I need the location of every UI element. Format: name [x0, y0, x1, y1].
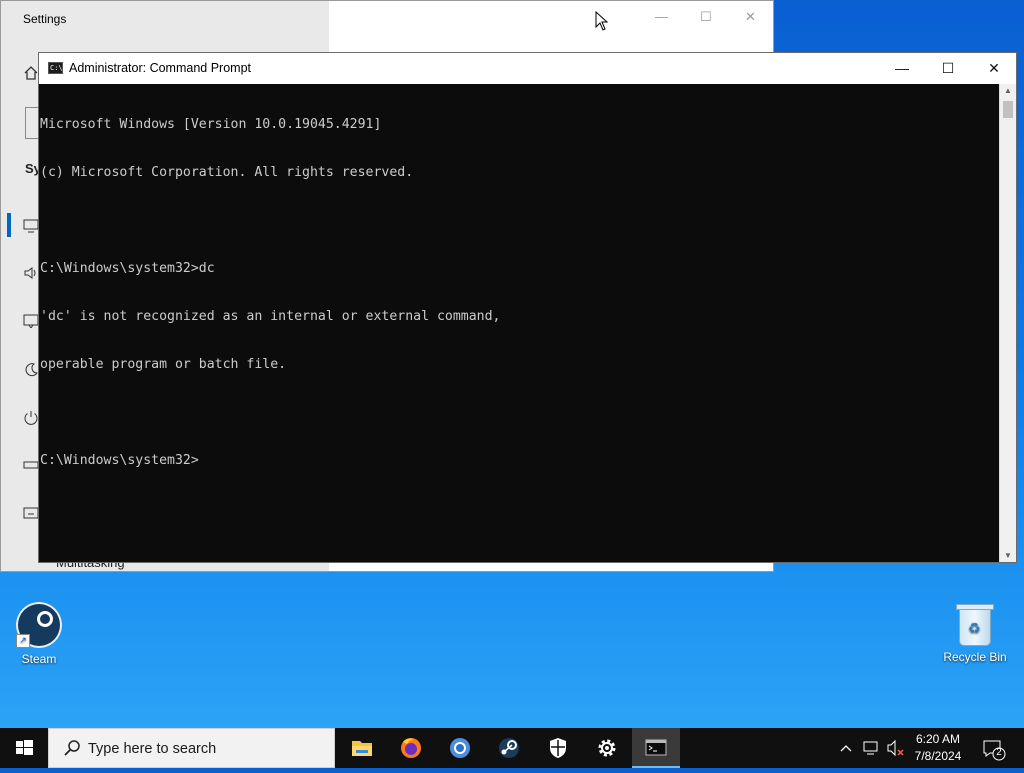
desktop-icon-label: Steam [21, 652, 57, 666]
display-icon[interactable] [23, 219, 39, 233]
taskbar: Type here to search 6:20 AM 7/8/2024 2 [0, 728, 1024, 768]
scroll-down-arrow-icon[interactable]: ▼ [1000, 551, 1016, 560]
steam-icon: ↗ [16, 602, 62, 648]
file-explorer-icon [352, 741, 372, 756]
settings-title: Settings [23, 12, 67, 26]
sound-icon[interactable] [23, 266, 39, 280]
search-icon [64, 740, 80, 756]
command-prompt-icon: C:\ [48, 62, 63, 74]
taskbar-app-windows-security[interactable] [534, 728, 582, 768]
scrollbar-thumb[interactable] [1003, 101, 1013, 118]
notification-count-badge: 2 [996, 747, 1002, 758]
taskbar-app-firefox[interactable] [387, 728, 435, 768]
settings-maximize-button[interactable]: ☐ [700, 9, 712, 25]
settings-minimize-button[interactable]: — [655, 9, 668, 24]
security-icon [550, 738, 566, 758]
battery-icon[interactable] [23, 460, 39, 470]
cmd-titlebar[interactable]: C:\ Administrator: Command Prompt — ☐ ✕ [39, 53, 1016, 84]
firefox-icon [401, 738, 421, 758]
power-icon[interactable] [23, 410, 39, 426]
clock-date: 7/8/2024 [914, 749, 962, 763]
desktop-icon-steam[interactable]: ↗ Steam [1, 602, 77, 666]
clock-time: 6:20 AM [915, 732, 961, 746]
mouse-cursor-icon [595, 11, 609, 31]
chrome-icon [450, 738, 470, 758]
action-center-button[interactable]: 2 [980, 728, 1010, 768]
settings-icon [598, 739, 616, 757]
taskbar-search-box[interactable]: Type here to search [48, 728, 335, 768]
console-line: Microsoft Windows [Version 10.0.19045.42… [40, 117, 382, 132]
storage-icon[interactable] [23, 506, 39, 522]
scroll-up-arrow-icon[interactable]: ▲ [1000, 86, 1016, 95]
taskbar-app-chrome[interactable] [436, 728, 484, 768]
taskbar-app-file-explorer[interactable] [338, 728, 386, 768]
desktop-icon-label: Recycle Bin [943, 650, 1007, 664]
console-scrollbar[interactable]: ▲ ▼ [999, 84, 1016, 562]
cmd-minimize-button[interactable]: — [879, 53, 925, 84]
search-placeholder: Type here to search [88, 741, 217, 757]
taskbar-clock[interactable]: 6:20 AM 7/8/2024 [906, 731, 970, 765]
volume-muted-icon[interactable] [886, 728, 906, 768]
console-line: C:\Windows\system32>dc [40, 261, 215, 276]
show-hidden-icons-chevron-icon[interactable] [838, 728, 854, 768]
cmd-close-button[interactable]: ✕ [971, 53, 1017, 84]
taskbar-app-steam[interactable] [485, 728, 533, 768]
console-line: (c) Microsoft Corporation. All rights re… [40, 165, 414, 180]
desktop-icon-recycle-bin[interactable]: ♻ Recycle Bin [937, 602, 1013, 664]
console-line: operable program or batch file. [40, 357, 287, 372]
shortcut-arrow-icon: ↗ [16, 634, 30, 648]
taskbar-app-command-prompt[interactable] [632, 728, 680, 768]
settings-close-button[interactable]: ✕ [745, 9, 756, 25]
notifications-icon[interactable] [23, 314, 39, 328]
console-line: 'dc' is not recognized as an internal or… [40, 309, 501, 324]
start-button[interactable] [0, 728, 48, 768]
cmd-window-title: Administrator: Command Prompt [69, 61, 252, 75]
focus-assist-icon[interactable] [23, 362, 39, 378]
selected-nav-indicator [7, 213, 11, 237]
home-icon[interactable] [23, 65, 39, 81]
command-prompt-window[interactable]: C:\ Administrator: Command Prompt — ☐ ✕ … [38, 52, 1017, 563]
network-icon[interactable] [862, 728, 880, 768]
console-prompt-line[interactable]: C:\Windows\system32> [40, 453, 1001, 469]
recycle-bin-icon: ♻ [956, 602, 994, 646]
taskbar-app-settings[interactable] [583, 728, 631, 768]
steam-icon [499, 738, 519, 758]
console-output[interactable]: Microsoft Windows [Version 10.0.19045.42… [39, 84, 1001, 562]
windows-logo-icon [16, 740, 33, 755]
command-prompt-icon [645, 739, 667, 756]
cmd-maximize-button[interactable]: ☐ [925, 53, 971, 84]
